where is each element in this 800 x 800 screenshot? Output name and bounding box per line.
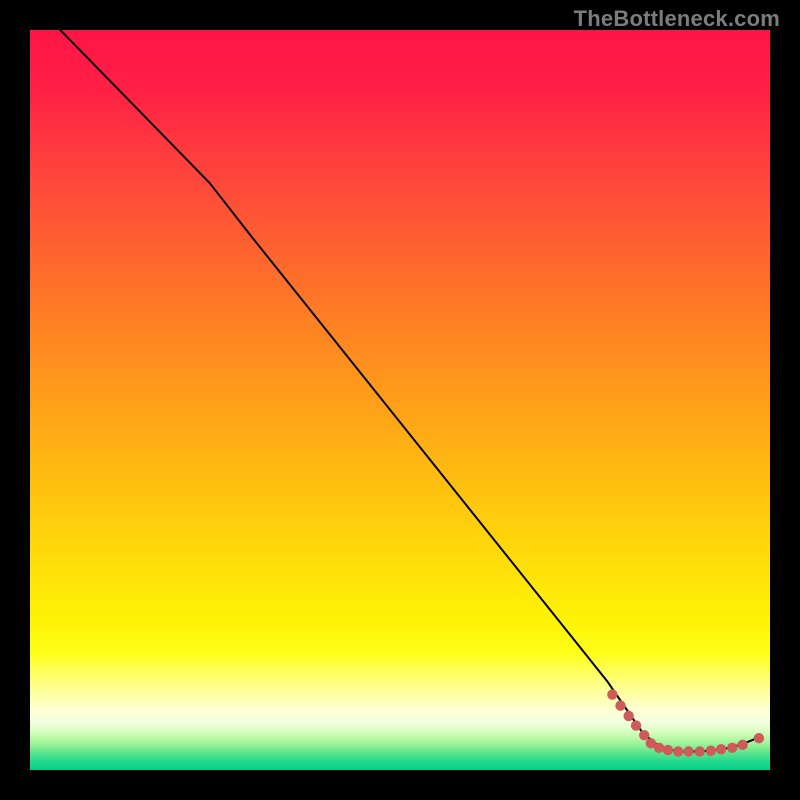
chart-stage: TheBottleneck.com [0, 0, 800, 800]
heat-gradient [30, 30, 770, 770]
watermark-text: TheBottleneck.com [574, 6, 780, 32]
plot-area [30, 30, 770, 770]
